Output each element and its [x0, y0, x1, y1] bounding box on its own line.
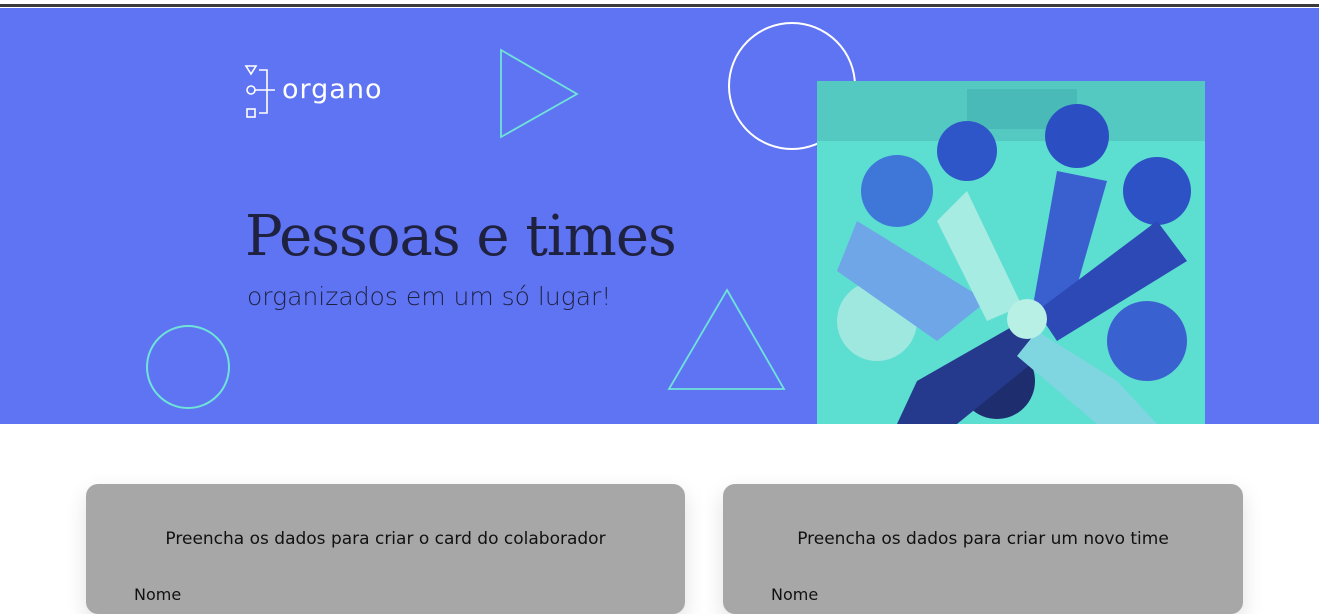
team-form-title: Preencha os dados para criar um novo tim… — [797, 529, 1169, 549]
hero-banner: organo Pessoas e times organizados em um… — [0, 8, 1319, 424]
team-photo-illustration — [817, 81, 1205, 424]
top-bar — [0, 0, 1319, 8]
triangle-right-shape — [500, 48, 579, 139]
logo[interactable]: organo — [244, 64, 404, 124]
logo-text: organo — [282, 74, 383, 105]
collaborator-form-title: Preencha os dados para criar o card do c… — [165, 529, 606, 549]
top-divider — [0, 4, 1319, 7]
circle-aqua-shape — [146, 325, 230, 409]
hero-title: Pessoas e times — [245, 204, 677, 269]
organo-logo-icon — [244, 65, 275, 118]
hero-subtitle: organizados em um só lugar! — [247, 282, 612, 311]
triangle-up-shape — [667, 288, 786, 390]
team-hands-photo — [817, 81, 1205, 424]
